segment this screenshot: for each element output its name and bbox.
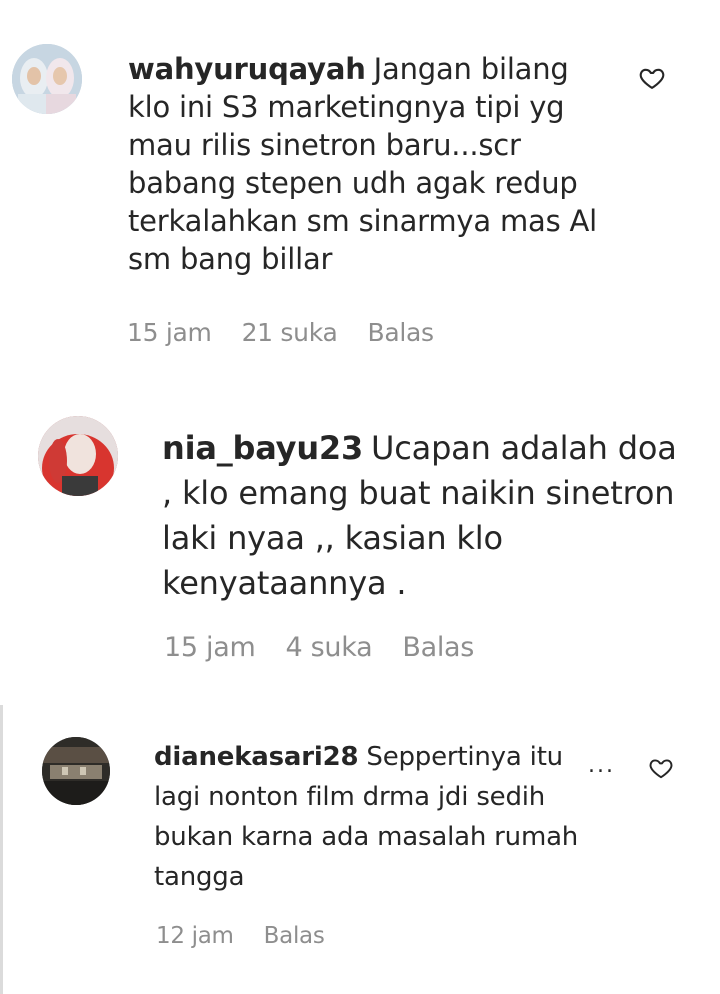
reply-button[interactable]: Balas <box>367 318 434 347</box>
comment-username[interactable]: dianekasari28 <box>154 742 359 772</box>
avatar[interactable] <box>38 416 118 496</box>
comment-item: dianekasari28 Seppertinya itu lagi nonton… <box>0 705 720 994</box>
avatar-woman-red-hair-icon <box>38 416 118 496</box>
comment-likes[interactable]: 4 suka <box>286 632 373 663</box>
heart-outline-icon[interactable] <box>648 755 674 781</box>
comment-timestamp: 15 jam <box>164 632 256 663</box>
comment-text: dianekasari28 Seppertinya itu lagi nonton… <box>154 737 584 897</box>
comment-timestamp: 12 jam <box>156 923 234 949</box>
reply-button[interactable]: Balas <box>264 923 325 949</box>
avatar[interactable] <box>12 44 82 114</box>
comment-item: wahyuruqayah Jangan bilang klo ini S3 mar… <box>0 0 720 370</box>
comment-username[interactable]: nia_bayu23 <box>162 429 363 467</box>
comment-username[interactable]: wahyuruqayah <box>128 52 366 86</box>
heart-outline-icon[interactable] <box>638 64 666 92</box>
comment-timestamp: 15 jam <box>127 318 212 347</box>
comment-text: nia_bayu23 Ucapan adalah doa , klo emang … <box>162 426 682 606</box>
avatar[interactable] <box>42 737 110 805</box>
avatar-two-hijab-women-icon <box>12 44 82 114</box>
comment-text: wahyuruqayah Jangan bilang klo ini S3 mar… <box>128 50 608 278</box>
comment-meta: 15 jam 4 suka Balas <box>164 632 474 663</box>
reply-button[interactable]: Balas <box>402 632 474 663</box>
comment-meta: 15 jam 21 suka Balas <box>127 318 434 347</box>
comment-meta: 12 jam Balas <box>156 923 325 949</box>
comment-likes[interactable]: 21 suka <box>242 318 338 347</box>
avatar-dark-room-icon <box>42 737 110 805</box>
comment-item: nia_bayu23 Ucapan adalah doa , klo emang … <box>0 400 720 690</box>
more-options-icon[interactable]: ... <box>588 753 615 778</box>
